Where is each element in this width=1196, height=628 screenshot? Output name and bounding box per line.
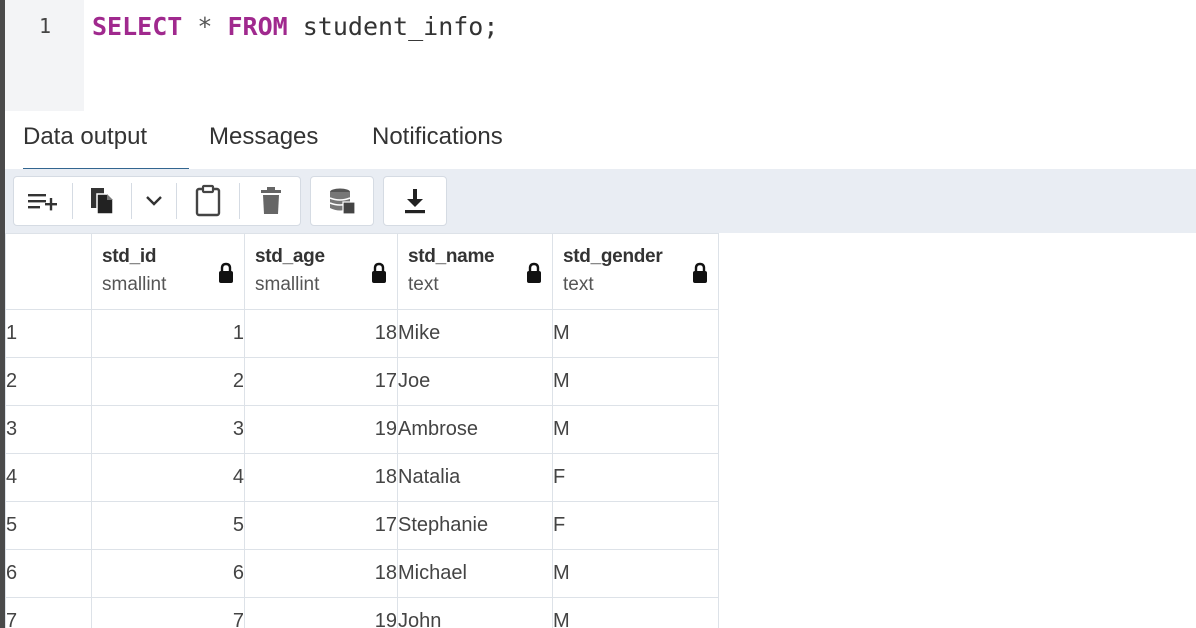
results-table: std_id smallint std_age smallint std_nam… [5,233,719,628]
table-row[interactable]: 6 6 18 Michael M [5,549,719,598]
cell-std-id[interactable]: 3 [91,405,245,454]
code-line[interactable]: SELECT * FROM student_info; [92,12,498,41]
cell-std-id[interactable]: 5 [91,501,245,550]
save-data-icon [329,188,356,215]
table-row[interactable]: 5 5 17 Stephanie F [5,501,719,550]
cell-std-name[interactable]: Stephanie [397,501,553,550]
cell-std-age[interactable]: 18 [244,453,398,502]
delete-icon [261,187,281,214]
download-button[interactable] [384,177,446,225]
column-header-std-name[interactable]: std_name text [397,233,553,310]
add-row-icon [28,194,57,211]
cell-std-name[interactable]: Ambrose [397,405,553,454]
sql-keyword-from: FROM [227,12,288,41]
row-number: 4 [5,453,92,502]
add-row-button[interactable] [14,177,72,225]
lock-icon [527,262,541,283]
save-button-group [310,176,374,226]
results-grid: std_id smallint std_age smallint std_nam… [0,233,1196,628]
cell-std-name[interactable]: John [397,597,553,628]
line-gutter: 1 [5,0,84,111]
row-number: 2 [5,357,92,406]
table-row[interactable]: 3 3 19 Ambrose M [5,405,719,454]
column-header-std-id[interactable]: std_id smallint [91,233,245,310]
output-tabs: Data output Messages Notifications [0,111,1196,171]
column-name: std_age [255,246,325,267]
tab-notifications[interactable]: Notifications [372,123,503,168]
cell-std-gender[interactable]: M [552,549,719,598]
cell-std-id[interactable]: 4 [91,453,245,502]
cell-std-id[interactable]: 7 [91,597,245,628]
download-button-group [383,176,447,226]
cell-std-gender[interactable]: M [552,405,719,454]
row-number: 3 [5,405,92,454]
copy-button[interactable] [73,177,131,225]
data-toolbar [0,169,1196,233]
cell-std-age[interactable]: 18 [244,549,398,598]
row-number-header [5,233,92,310]
cell-std-gender[interactable]: F [552,501,719,550]
tab-messages[interactable]: Messages [209,123,318,168]
column-header-std-gender[interactable]: std_gender text [552,233,719,310]
lock-icon [372,262,386,283]
table-row[interactable]: 7 7 19 John M [5,597,719,628]
delete-button[interactable] [240,177,302,225]
sql-star: * [182,12,228,41]
column-type: text [563,274,594,295]
cell-std-gender[interactable]: M [552,597,719,628]
row-number: 6 [5,549,92,598]
cell-std-age[interactable]: 17 [244,501,398,550]
column-type: smallint [255,274,320,295]
cell-std-age[interactable]: 17 [244,357,398,406]
line-number: 1 [39,14,52,38]
column-header-std-age[interactable]: std_age smallint [244,233,398,310]
tab-label: Data output [23,123,148,150]
column-type: text [408,274,439,295]
cell-std-name[interactable]: Joe [397,357,553,406]
cell-std-name[interactable]: Michael [397,549,553,598]
column-name: std_gender [563,246,663,267]
cell-std-gender[interactable]: F [552,453,719,502]
column-name: std_id [102,246,157,267]
save-data-button[interactable] [311,177,373,225]
copy-options-dropdown[interactable] [132,177,176,225]
cell-std-name[interactable]: Mike [397,309,553,358]
edit-button-group [13,176,301,226]
cell-std-id[interactable]: 6 [91,549,245,598]
lock-icon [693,262,707,283]
cell-std-gender[interactable]: M [552,309,719,358]
cell-std-gender[interactable]: M [552,357,719,406]
row-number: 1 [5,309,92,358]
tab-data-output[interactable]: Data output [23,123,189,171]
cell-std-id[interactable]: 2 [91,357,245,406]
cell-std-name[interactable]: Natalia [397,453,553,502]
paste-icon [195,184,221,217]
table-row[interactable]: 4 4 18 Natalia F [5,453,719,502]
cell-std-id[interactable]: 1 [91,309,245,358]
download-icon [405,189,425,214]
column-type: smallint [102,274,167,295]
tab-label: Notifications [372,123,503,150]
cell-std-age[interactable]: 19 [244,597,398,628]
copy-icon [91,188,114,215]
sql-keyword-select: SELECT [92,12,183,41]
tab-label: Messages [209,123,319,150]
paste-button[interactable] [177,177,239,225]
table-row[interactable]: 2 2 17 Joe M [5,357,719,406]
row-number: 7 [5,597,92,628]
cell-std-age[interactable]: 19 [244,405,398,454]
row-number: 5 [5,501,92,550]
table-row[interactable]: 1 1 18 Mike M [5,309,719,358]
query-editor[interactable]: 1 SELECT * FROM student_info; [0,0,1196,111]
column-name: std_name [408,246,495,267]
chevron-down-icon [146,196,162,206]
sql-table-name: student_info; [287,12,499,41]
cell-std-age[interactable]: 18 [244,309,398,358]
lock-icon [219,262,233,283]
table-header-row: std_id smallint std_age smallint std_nam… [5,233,719,310]
